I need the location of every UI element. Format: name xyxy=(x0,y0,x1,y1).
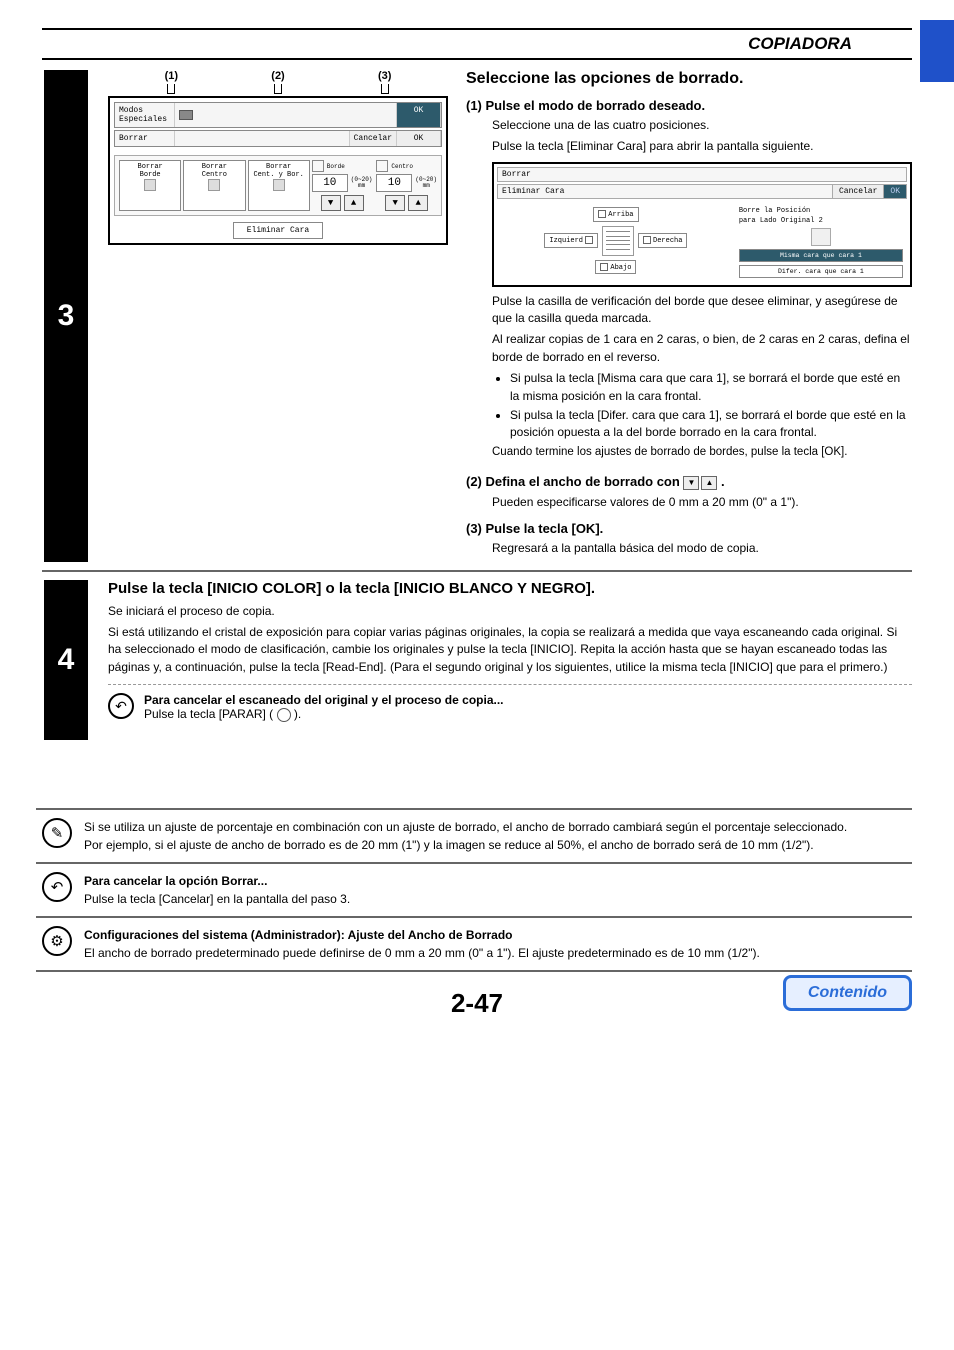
step3-s2-p: Pueden especificarse valores de 0 mm a 2… xyxy=(492,494,912,511)
callout-2: (2) xyxy=(225,70,332,82)
step4-note-h: Para cancelar el escaneado del original … xyxy=(144,693,504,707)
misma-cara-button[interactable]: Misma cara que cara 1 xyxy=(739,249,903,262)
info-block-3: ⚙ Configuraciones del sistema (Administr… xyxy=(36,916,912,972)
step4-p2: Si está utilizando el cristal de exposic… xyxy=(108,624,912,676)
flip-icon xyxy=(811,228,831,246)
contenido-button[interactable]: Contenido xyxy=(783,975,912,1011)
info-block-1: ✎ Si se utiliza un ajuste de porcentaje … xyxy=(36,808,912,862)
panel1-cancelar-button[interactable]: Cancelar xyxy=(350,131,397,146)
after-panel-p2: Al realizar copias de 1 cara en 2 caras,… xyxy=(492,331,912,366)
inline-down-icon: ▼ xyxy=(683,476,699,490)
callout-1: (1) xyxy=(118,70,225,82)
info1-p2: Por ejemplo, si el ajuste de ancho de bo… xyxy=(84,836,912,854)
difer-cara-button[interactable]: Difer. cara que cara 1 xyxy=(739,265,903,278)
panel2-right-line1: Borre la Posición xyxy=(739,207,903,215)
undo-icon: ↶ xyxy=(42,872,72,902)
dashed-divider xyxy=(108,684,912,685)
inline-up-icon: ▲ xyxy=(701,476,717,490)
after-panel-p3: Cuando termine los ajustes de borrado de… xyxy=(492,444,912,461)
doc-edge-center-icon xyxy=(273,179,285,191)
stop-key-icon xyxy=(277,708,291,722)
opt-borrar-centro[interactable]: Borrar Centro xyxy=(183,160,245,211)
step3-s1-p2: Pulse la tecla [Eliminar Cara] para abri… xyxy=(492,138,912,155)
info2-p: Pulse la tecla [Cancelar] en la pantalla… xyxy=(84,892,350,906)
touchpanel-erase-options: Modos Especiales OK Borrar Cancelar OK xyxy=(108,96,448,245)
center-width-value: 10 xyxy=(376,174,412,192)
undo-icon: ↶ xyxy=(108,693,134,719)
after-panel-b1: Si pulsa la tecla [Misma cara que cara 1… xyxy=(510,370,912,405)
doc-edge-icon xyxy=(144,179,156,191)
step3-s3-p: Regresará a la pantalla básica del modo … xyxy=(492,540,912,557)
document-preview-icon xyxy=(602,226,634,256)
info-block-2: ↶ Para cancelar la opción Borrar... Puls… xyxy=(36,862,912,916)
step-number-3: 3 xyxy=(44,70,88,562)
opt-borrar-borde[interactable]: Borrar Borde xyxy=(119,160,181,211)
gear-icon: ⚙ xyxy=(42,926,72,956)
step3-s1-p1: Seleccione una de las cuatro posiciones. xyxy=(492,117,912,134)
step3-heading: Seleccione las opciones de borrado. xyxy=(466,70,912,88)
edge-izquierd-checkbox[interactable]: Izquierd xyxy=(544,233,598,248)
info3-p: El ancho de borrado predeterminado puede… xyxy=(84,946,760,960)
info3-h: Configuraciones del sistema (Administrad… xyxy=(84,928,513,942)
step-4-row: 4 Pulse la tecla [INICIO COLOR] o la tec… xyxy=(42,570,912,740)
doc-center-icon xyxy=(208,179,220,191)
after-panel-p1: Pulse la casilla de verificación del bor… xyxy=(492,293,912,328)
step4-note-post: ). xyxy=(294,707,301,721)
panel2-eliminar-cara-label: Eliminar Cara xyxy=(498,185,832,198)
panel2-borrar-label: Borrar xyxy=(497,167,907,182)
edge-arriba-checkbox[interactable]: Arriba xyxy=(593,207,638,222)
info2-h: Para cancelar la opción Borrar... xyxy=(84,874,267,888)
panel1-borrar-label: Borrar xyxy=(115,131,175,146)
panel2-cancelar-button[interactable]: Cancelar xyxy=(832,185,883,198)
step-number-4: 4 xyxy=(44,580,88,740)
step4-note-pre: Pulse la tecla [PARAR] ( xyxy=(144,707,273,721)
step-3-row: 3 (1) (2) (3) xyxy=(42,70,912,562)
page-header: COPIADORA xyxy=(42,28,912,60)
step3-sub3-heading: (3) Pulse la tecla [OK]. xyxy=(466,521,912,536)
callout-3: (3) xyxy=(331,70,438,82)
callout-labels: (1) (2) (3) xyxy=(108,70,448,82)
info1-p1: Si se utiliza un ajuste de porcentaje en… xyxy=(84,818,912,836)
edge-abajo-checkbox[interactable]: Abajo xyxy=(595,260,636,275)
edge-derecha-checkbox[interactable]: Derecha xyxy=(638,233,687,248)
panel2-ok-button[interactable]: OK xyxy=(883,185,906,198)
page-number: 2-47 xyxy=(42,988,912,1019)
panel1-modos-label: Modos Especiales xyxy=(115,103,175,127)
step3-sub1-heading: (1) Pulse el modo de borrado deseado. xyxy=(466,98,912,113)
center-down-button[interactable]: ▼ xyxy=(385,195,405,211)
after-panel-b2: Si pulsa la tecla [Difer. cara que cara … xyxy=(510,407,912,442)
borde-label: Borde xyxy=(327,163,345,170)
panel1-ok-small-button[interactable]: OK xyxy=(397,103,441,127)
edge-down-button[interactable]: ▼ xyxy=(321,195,341,211)
step3-sub2-heading: (2) Defina el ancho de borrado con ▼ ▲ . xyxy=(466,474,912,490)
panel2-right-line2: para Lado Original 2 xyxy=(739,217,903,225)
step4-heading: Pulse la tecla [INICIO COLOR] o la tecla… xyxy=(108,580,912,597)
edge-up-button[interactable]: ▲ xyxy=(344,195,364,211)
pencil-note-icon: ✎ xyxy=(42,818,72,848)
center-width-icon xyxy=(376,160,388,172)
header-title: COPIADORA xyxy=(42,34,912,54)
panel1-ok-button[interactable]: OK xyxy=(397,131,441,146)
edge-width-value: 10 xyxy=(312,174,348,192)
eliminar-cara-button[interactable]: Eliminar Cara xyxy=(233,222,323,239)
centro-label: Centro xyxy=(391,163,413,170)
step4-p1: Se iniciará el proceso de copia. xyxy=(108,603,912,620)
section-color-tab xyxy=(920,20,954,82)
touchpanel-eliminar-cara: Borrar Eliminar Cara Cancelar OK Arriba xyxy=(492,162,912,287)
opt-borrar-cent-bor[interactable]: Borrar Cent. y Bor. xyxy=(248,160,310,211)
center-up-button[interactable]: ▲ xyxy=(408,195,428,211)
edge-width-icon xyxy=(312,160,324,172)
